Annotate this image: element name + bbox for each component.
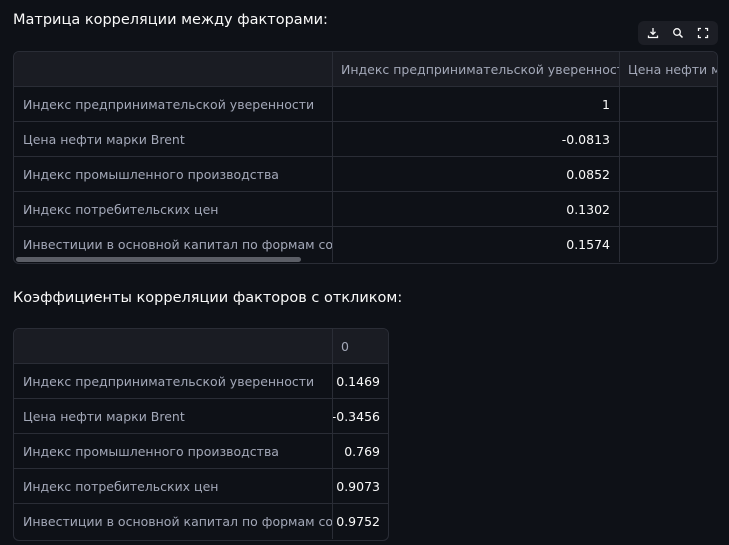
table-cell[interactable]: 0.1574 — [333, 227, 620, 262]
table-row: Индекс предпринимательской уверенности 0… — [14, 364, 388, 399]
search-icon — [673, 28, 684, 39]
fullscreen-icon — [697, 27, 708, 39]
table-row: Индекс потребительских цен 0.9073 — [14, 469, 388, 504]
table-cell[interactable]: 0.1469 — [333, 364, 388, 398]
table-cell[interactable]: 0.1302 — [333, 192, 620, 226]
download-icon — [648, 28, 659, 39]
row-label: Индекс предпринимательской уверенности — [14, 364, 333, 398]
table-row: Индекс предпринимательской уверенности 1 — [14, 87, 717, 122]
table-cell[interactable]: 0.0852 — [333, 157, 620, 191]
table-cell[interactable] — [620, 227, 717, 262]
dataframe-toolbar — [638, 21, 718, 45]
response-correlation-table[interactable]: 0 Индекс предпринимательской уверенности… — [13, 328, 389, 541]
table-cell[interactable]: 0.9073 — [333, 469, 388, 503]
table-header-row: Индекс предпринимательской уверенности Ц… — [14, 52, 717, 87]
horizontal-scrollbar[interactable] — [16, 257, 301, 262]
row-label: Инвестиции в основной капитал по формам … — [14, 504, 333, 539]
table-cell[interactable] — [620, 192, 717, 226]
table-cell[interactable]: 0.9752 — [333, 504, 388, 539]
table-row: Индекс потребительских цен 0.1302 — [14, 192, 717, 227]
row-label: Индекс промышленного производства — [14, 434, 333, 468]
table-cell[interactable] — [620, 87, 717, 121]
table-cell[interactable] — [620, 122, 717, 156]
table-row: Индекс промышленного производства 0.0852 — [14, 157, 717, 192]
matrix-title: Матрица корреляции между факторами: — [13, 12, 328, 28]
row-label: Индекс потребительских цен — [14, 192, 333, 226]
table-cell[interactable]: -0.0813 — [333, 122, 620, 156]
row-label: Индекс промышленного производства — [14, 157, 333, 191]
table-cell[interactable]: 1 — [333, 87, 620, 121]
row-label: Цена нефти марки Brent — [14, 399, 333, 433]
response-title: Коэффициенты корреляции факторов с откли… — [13, 290, 403, 306]
table-row: Цена нефти марки Brent -0.3456 — [14, 399, 388, 434]
row-label: Индекс предпринимательской уверенности — [14, 87, 333, 121]
fullscreen-button[interactable] — [692, 22, 714, 44]
download-button[interactable] — [642, 22, 664, 44]
column-header[interactable]: Цена нефти марки Brent — [620, 52, 717, 86]
table-row: Цена нефти марки Brent -0.0813 — [14, 122, 717, 157]
column-header[interactable]: Индекс предпринимательской уверенности — [333, 52, 620, 86]
correlation-matrix-table[interactable]: Индекс предпринимательской уверенности Ц… — [13, 51, 718, 264]
row-label: Цена нефти марки Brent — [14, 122, 333, 156]
search-button[interactable] — [667, 22, 689, 44]
table-cell[interactable]: 0.769 — [333, 434, 388, 468]
column-header[interactable]: 0 — [333, 329, 388, 363]
table-header-row: 0 — [14, 329, 388, 364]
table-cell[interactable] — [620, 157, 717, 191]
table-cell[interactable]: -0.3456 — [333, 399, 388, 433]
row-label: Индекс потребительских цен — [14, 469, 333, 503]
table-row: Индекс промышленного производства 0.769 — [14, 434, 388, 469]
index-header-cell — [14, 329, 333, 363]
index-header-cell — [14, 52, 333, 86]
table-row: Инвестиции в основной капитал по формам … — [14, 504, 388, 539]
